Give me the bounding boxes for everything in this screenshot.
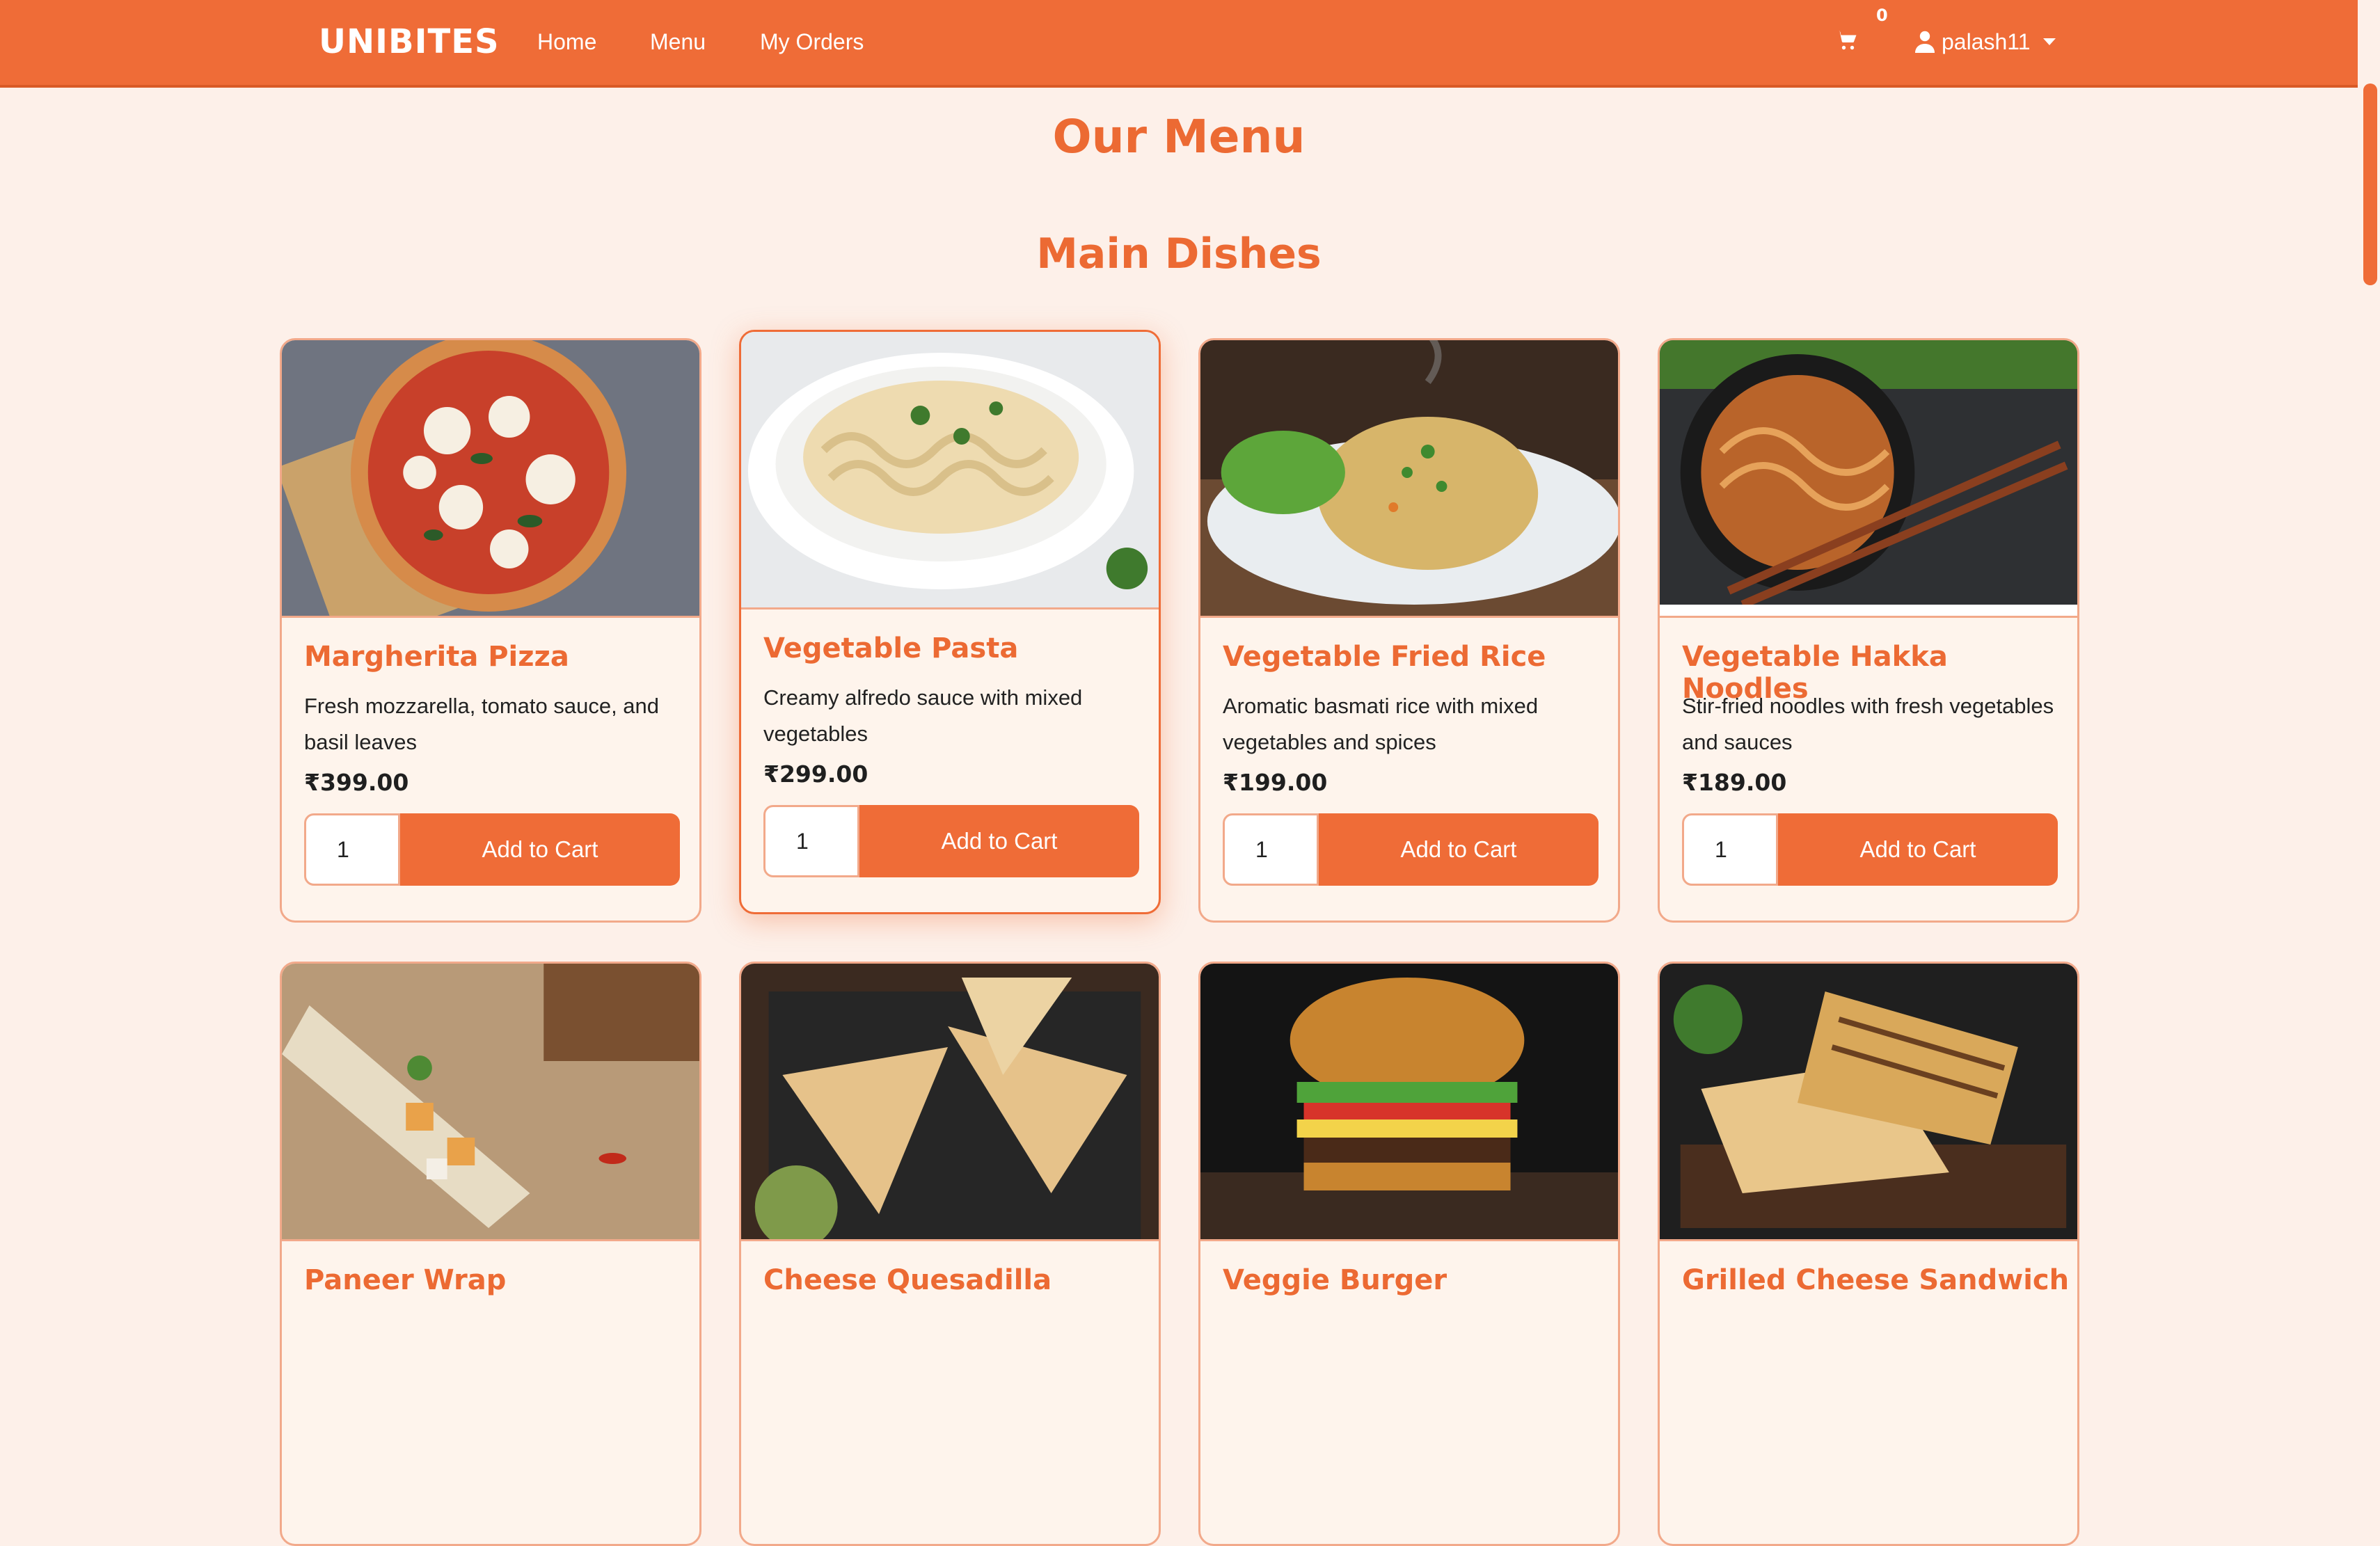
food-image	[282, 964, 699, 1241]
item-name: Veggie Burger	[1223, 1264, 1447, 1296]
nav-home[interactable]: Home	[537, 29, 596, 55]
scrollbar[interactable]	[2358, 0, 2380, 1316]
menu-card: Vegetable Hakka Noodles Stir-fried noodl…	[1658, 338, 2079, 923]
item-name: Margherita Pizza	[304, 641, 569, 673]
item-description: Fresh mozzarella, tomato sauce, and basi…	[304, 694, 660, 754]
cart-icon[interactable]	[1834, 28, 1859, 53]
add-to-cart-button[interactable]: Add to Cart	[1778, 813, 2058, 886]
menu-card: Vegetable Pasta Creamy alfredo sauce wit…	[739, 330, 1161, 914]
food-image	[1200, 964, 1618, 1241]
menu-card: Veggie Burger	[1198, 962, 1620, 1546]
item-price: ₹199.00	[1223, 769, 1328, 796]
item-price: ₹189.00	[1682, 769, 1787, 796]
menu-card: Paneer Wrap	[280, 962, 701, 1546]
add-to-cart-button[interactable]: Add to Cart	[400, 813, 680, 886]
item-name: Vegetable Fried Rice	[1223, 641, 1546, 673]
item-description: Aromatic basmati rice with mixed vegetab…	[1223, 694, 1539, 754]
user-icon	[1915, 31, 1935, 53]
quantity-input[interactable]: 1	[1223, 813, 1319, 886]
item-price: ₹399.00	[304, 769, 409, 796]
food-image	[741, 964, 1159, 1241]
quantity-input[interactable]: 1	[304, 813, 400, 886]
nav-my-orders[interactable]: My Orders	[760, 29, 864, 55]
page-title: Our Menu	[1052, 110, 1306, 164]
food-image	[1200, 340, 1618, 618]
menu-card: Cheese Quesadilla	[739, 962, 1161, 1546]
scrollbar-thumb[interactable]	[2363, 83, 2377, 285]
food-image	[1660, 340, 2077, 618]
item-name: Paneer Wrap	[304, 1264, 507, 1296]
username: palash11	[1942, 29, 2031, 54]
nav-menu[interactable]: Menu	[650, 29, 706, 55]
item-price: ₹299.00	[763, 760, 868, 788]
cart-count-badge: 0	[1876, 6, 1888, 25]
item-name: Vegetable Pasta	[763, 632, 1019, 664]
chevron-down-icon	[2042, 38, 2056, 45]
section-title: Main Dishes	[1036, 230, 1322, 278]
item-name: Cheese Quesadilla	[763, 1264, 1052, 1296]
navbar: UNIBITES Home Menu My Orders 0 palash11	[0, 0, 2358, 88]
item-name: Grilled Cheese Sandwich	[1682, 1264, 2070, 1296]
menu-card: Vegetable Fried Rice Aromatic basmati ri…	[1198, 338, 1620, 923]
add-to-cart-button[interactable]: Add to Cart	[859, 805, 1139, 877]
menu-card: Margherita Pizza Fresh mozzarella, tomat…	[280, 338, 701, 923]
quantity-input[interactable]: 1	[1682, 813, 1778, 886]
food-image	[741, 332, 1159, 609]
quantity-input[interactable]: 1	[763, 805, 859, 877]
food-image	[282, 340, 699, 618]
item-description: Stir-fried noodles with fresh vegetables…	[1682, 694, 2054, 754]
menu-card: Grilled Cheese Sandwich	[1658, 962, 2079, 1546]
user-menu[interactable]: palash11	[1915, 28, 2056, 56]
food-image	[1660, 964, 2077, 1241]
item-description: Creamy alfredo sauce with mixed vegetabl…	[763, 685, 1083, 746]
add-to-cart-button[interactable]: Add to Cart	[1319, 813, 1598, 886]
brand-logo[interactable]: UNIBITES	[319, 22, 500, 61]
